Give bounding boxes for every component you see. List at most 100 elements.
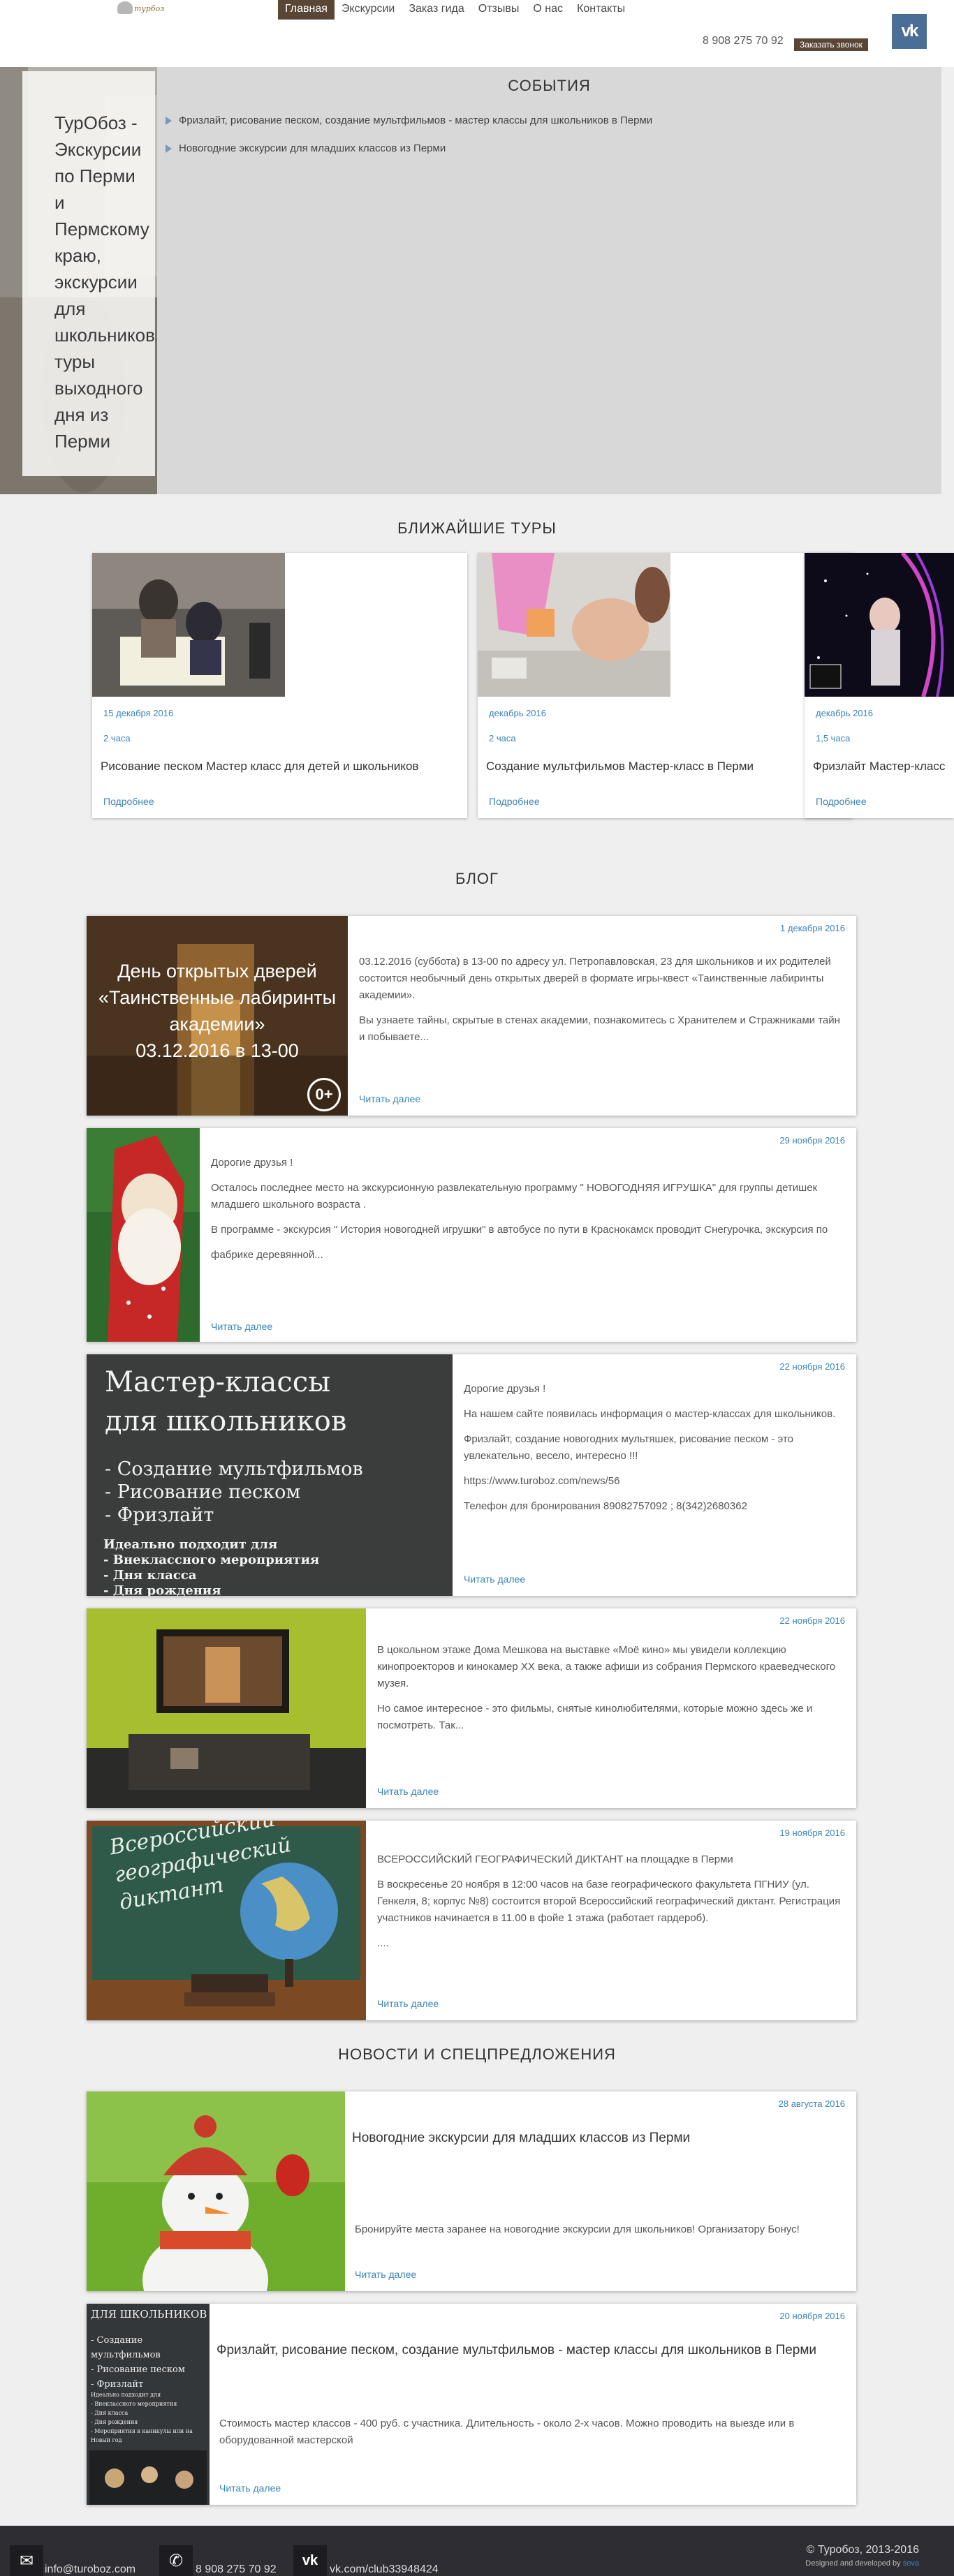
post-paragraph: Фризлайт, создание новогодних мультяшек,… bbox=[464, 1433, 793, 1462]
logo[interactable]: турбоз bbox=[117, 1, 164, 17]
read-more-link[interactable]: Читать далее bbox=[355, 2269, 416, 2280]
vk-footer-icon[interactable]: vk bbox=[293, 2545, 327, 2576]
header-phone: 8 908 275 70 92 bbox=[703, 35, 784, 47]
news-image-list-item: - Создание мультфильмов bbox=[91, 2335, 161, 2360]
blog-post-5: Всероссийский географический диктант 19 … bbox=[87, 1821, 856, 2020]
site-header: турбоз Главная Экскурсии Заказ гида Отзы… bbox=[0, 0, 954, 67]
news-image-small-line: Идеально подходит для bbox=[91, 2392, 161, 2398]
tour-more-link[interactable]: Подробнее bbox=[489, 796, 540, 807]
age-rating-badge: 0+ bbox=[307, 1078, 341, 1111]
post-paragraph: На нашем сайте появилась информация о ма… bbox=[464, 1408, 836, 1420]
post-paragraph: Дорогие друзья ! bbox=[211, 1157, 293, 1169]
blog-post-2: 29 ноября 2016 Дорогие друзья ! Осталось… bbox=[87, 1128, 856, 1342]
event-item-1[interactable]: Фризлайт, рисование песком, создание мул… bbox=[166, 114, 652, 126]
site-footer: ✉ info@turoboz.com ✆ 8 908 275 70 92 vk … bbox=[0, 2526, 954, 2576]
tour-card-1[interactable]: 15 декабря 2016 2 часа Рисование песком … bbox=[92, 553, 467, 818]
news-title[interactable]: Новогодние экскурсии для младших классов… bbox=[352, 2131, 690, 2146]
news-image-title: ДЛЯ ШКОЛЬНИКОВ bbox=[91, 2308, 207, 2320]
news-image-small-line: - Внеклассного мероприятия bbox=[91, 2401, 177, 2407]
vk-icon[interactable]: vk bbox=[892, 14, 927, 49]
news-image-list-item: - Рисование песком bbox=[91, 2364, 185, 2375]
mail-icon[interactable]: ✉ bbox=[10, 2545, 43, 2576]
copyright: © Туробоз, 2013-2016 bbox=[806, 2544, 919, 2556]
read-more-link[interactable]: Читать далее bbox=[211, 1321, 272, 1332]
read-more-link[interactable]: Читать далее bbox=[377, 1998, 439, 2009]
post-paragraph: .... bbox=[377, 1937, 389, 1949]
post-date: 22 ноября 2016 bbox=[779, 1361, 845, 1372]
news-section-title: НОВОСТИ И СПЕЦПРЕДЛОЖЕНИЯ bbox=[338, 2045, 616, 2063]
developer-link[interactable]: sova bbox=[903, 2559, 919, 2568]
chalkboard-title-line: Мастер-классы bbox=[105, 1366, 331, 1398]
post-paragraph: https://www.turoboz.com/news/56 bbox=[464, 1475, 620, 1487]
tour-date: декабрь 2016 bbox=[816, 708, 873, 718]
news-image-small-line: - Дня рождения bbox=[91, 2419, 138, 2425]
post-date: 19 ноября 2016 bbox=[779, 1828, 845, 1838]
news-title[interactable]: Фризлайт, рисование песком, создание мул… bbox=[217, 2343, 816, 2358]
tour-card-2[interactable]: декабрь 2016 2 часа Создание мультфильмо… bbox=[478, 553, 853, 818]
blog-image-santa-toy bbox=[87, 1128, 200, 1342]
blog-post-4: 22 ноября 2016 В цокольном этаже Дома Ме… bbox=[87, 1608, 856, 1808]
news-image-small-line: - Дня класса bbox=[91, 2410, 129, 2416]
post-paragraph: Вы узнаете тайны, скрытые в стенах акаде… bbox=[359, 1014, 840, 1043]
chalkboard-list-item: - Рисование песком bbox=[105, 1481, 301, 1503]
triangle-bullet-icon bbox=[166, 145, 172, 154]
post-paragraph: В цокольном этаже Дома Мешкова на выстав… bbox=[377, 1644, 836, 1689]
news-image-snowman bbox=[87, 2092, 345, 2291]
tours-section-title: БЛИЖАЙШИЕ ТУРЫ bbox=[397, 519, 557, 537]
santa-toy-art bbox=[87, 1128, 200, 1342]
read-more-link[interactable]: Читать далее bbox=[219, 2482, 281, 2494]
nav-item-home[interactable]: Главная bbox=[278, 0, 335, 20]
blog-image-geo-dictation: Всероссийский географический диктант bbox=[87, 1821, 366, 2020]
chalkboard-list-item: - Фризлайт bbox=[105, 1504, 214, 1526]
nav-item-about[interactable]: О нас bbox=[526, 0, 570, 20]
cinema-exhibit-art bbox=[87, 1608, 366, 1808]
read-more-link[interactable]: Читать далее bbox=[359, 1093, 420, 1104]
tour-title[interactable]: Рисование песком Мастер класс для детей … bbox=[101, 760, 418, 773]
tour-more-link[interactable]: Подробнее bbox=[816, 796, 867, 807]
tour-image-sand bbox=[92, 553, 285, 697]
blog-image-cinema-exhibit bbox=[87, 1608, 366, 1808]
nav-item-contacts[interactable]: Контакты bbox=[570, 0, 632, 20]
logo-icon bbox=[117, 1, 133, 14]
event-item-label: Новогодние экскурсии для младших классов… bbox=[179, 142, 446, 154]
post-paragraph: Но самое интересное - это фильмы, снятые… bbox=[377, 1703, 813, 1731]
blog-image-line: 03.12.2016 в 13-00 bbox=[135, 1040, 299, 1061]
post-paragraph: фабрике деревянной... bbox=[211, 1249, 323, 1261]
blog-image-open-day: День открытых дверей «Таинственные лабир… bbox=[87, 916, 348, 1116]
footer-vk-link[interactable]: vk.com/club33948424 bbox=[330, 2563, 439, 2576]
nav-item-reviews[interactable]: Отзывы bbox=[471, 0, 527, 20]
triangle-bullet-icon bbox=[166, 117, 172, 126]
nav-item-order-guide[interactable]: Заказ гида bbox=[402, 0, 471, 20]
read-more-link[interactable]: Читать далее bbox=[464, 1574, 525, 1585]
post-excerpt: ВСЕРОССИЙСКИЙ ГЕОГРАФИЧЕСКИЙ ДИКТАНТ на … bbox=[377, 1851, 842, 1960]
callback-button[interactable]: Заказать звонок bbox=[794, 38, 868, 51]
hero-title: ТурОбоз - Экскурсии по Перми и Пермскому… bbox=[22, 71, 160, 476]
post-paragraph: ВСЕРОССИЙСКИЙ ГЕОГРАФИЧЕСКИЙ ДИКТАНТ на … bbox=[377, 1853, 733, 1865]
post-date: 22 ноября 2016 bbox=[779, 1615, 845, 1626]
footer-phone[interactable]: 8 908 275 70 92 bbox=[196, 2563, 277, 2576]
hero: ТурОбоз - Экскурсии по Перми и Пермскому… bbox=[0, 67, 954, 494]
news-image-footer-art bbox=[89, 2450, 207, 2505]
blog-section-title: БЛОГ bbox=[455, 870, 499, 887]
tour-title[interactable]: Фризлайт Мастер-класс bbox=[813, 760, 945, 773]
post-paragraph: Осталось последнее место на экскурсионну… bbox=[211, 1182, 818, 1211]
phone-icon[interactable]: ✆ bbox=[159, 2545, 193, 2576]
tour-card-3[interactable]: декабрь 2016 1,5 часа Фризлайт Мастер-кл… bbox=[805, 553, 954, 818]
post-excerpt: 03.12.2016 (суббота) в 13-00 по адресу у… bbox=[359, 954, 841, 1054]
read-more-link[interactable]: Читать далее bbox=[377, 1786, 439, 1797]
tour-duration: 1,5 часа bbox=[816, 733, 851, 743]
developer-credit-prefix: Designed and developed by bbox=[805, 2559, 901, 2568]
logo-text: турбоз bbox=[134, 4, 165, 13]
tour-title[interactable]: Создание мультфильмов Мастер-класс в Пер… bbox=[486, 760, 754, 773]
footer-email[interactable]: info@turoboz.com bbox=[45, 2563, 135, 2576]
chalkboard-small-line: - Внеклассного мероприятия bbox=[103, 1553, 320, 1567]
news-image-for-schoolkids: ДЛЯ ШКОЛЬНИКОВ - Создание мультфильмов -… bbox=[87, 2304, 210, 2505]
tour-more-link[interactable]: Подробнее bbox=[103, 796, 154, 807]
nav-item-tours[interactable]: Экскурсии bbox=[335, 0, 402, 20]
chalkboard-small-line: - Дня рождения bbox=[103, 1583, 221, 1596]
event-item-2[interactable]: Новогодние экскурсии для младших классов… bbox=[166, 142, 446, 154]
tour-image-freezelight bbox=[805, 553, 954, 697]
event-item-label: Фризлайт, рисование песком, создание мул… bbox=[179, 114, 653, 126]
post-paragraph: 03.12.2016 (суббота) в 13-00 по адресу у… bbox=[359, 956, 831, 1001]
blog-post-3: Мастер-классы для школьников - Создание … bbox=[87, 1354, 856, 1596]
